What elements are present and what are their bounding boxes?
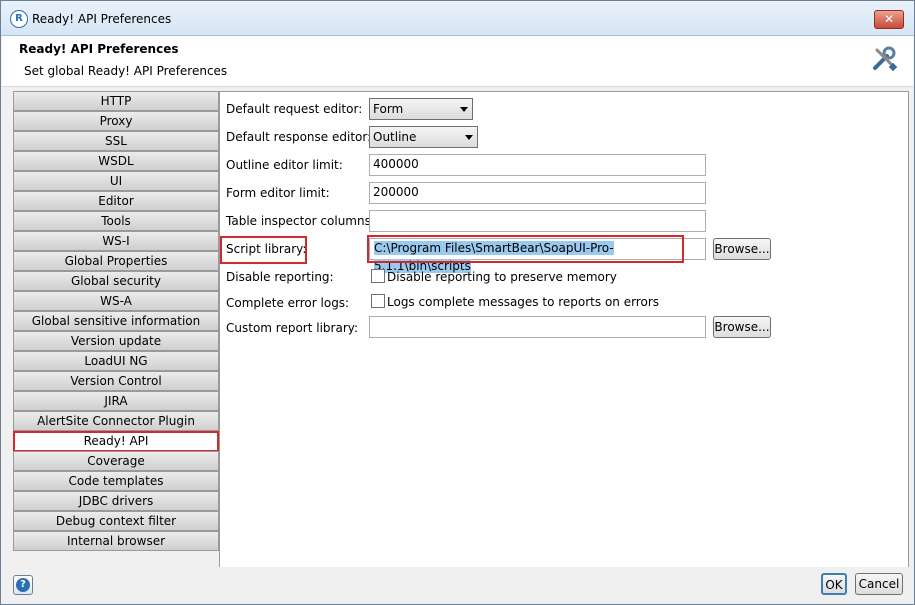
cancel-button[interactable]: Cancel	[855, 573, 903, 595]
sidebar-item-loadui-ng[interactable]: LoadUI NG	[13, 351, 219, 371]
sidebar-item-version-update[interactable]: Version update	[13, 331, 219, 351]
ready-api-settings-panel: Default request editor: Form Default res…	[219, 91, 909, 569]
sidebar-item-jdbc-drivers[interactable]: JDBC drivers	[13, 491, 219, 511]
sidebar-item-proxy[interactable]: Proxy	[13, 111, 219, 131]
custom-report-library-browse-button[interactable]: Browse...	[713, 316, 771, 338]
sidebar-item-ready-api[interactable]: Ready! API	[13, 431, 219, 452]
sidebar-item-internal-browser[interactable]: Internal browser	[13, 531, 219, 551]
sidebar-item-version-control[interactable]: Version Control	[13, 371, 219, 391]
table-inspector-columns-label: Table inspector columns:	[226, 214, 375, 228]
window-title: Ready! API Preferences	[32, 12, 172, 26]
header-subtitle: Set global Ready! API Preferences	[24, 64, 228, 78]
form-editor-limit-label: Form editor limit:	[226, 186, 330, 200]
disable-reporting-checkbox-label: Disable reporting to preserve memory	[387, 270, 617, 284]
preferences-window: R Ready! API Preferences ✕ Ready! API Pr…	[0, 0, 915, 605]
script-library-input-highlight	[367, 235, 684, 263]
sidebar-item-ui[interactable]: UI	[13, 171, 219, 191]
default-response-editor-value: Outline	[373, 130, 417, 144]
sidebar-item-editor[interactable]: Editor	[13, 191, 219, 211]
sidebar-item-global-properties[interactable]: Global Properties	[13, 251, 219, 271]
default-response-editor-label: Default response editor:	[226, 130, 372, 144]
outline-editor-limit-label: Outline editor limit:	[226, 158, 343, 172]
outline-editor-limit-input[interactable]: 400000	[369, 154, 706, 176]
complete-error-logs-checkbox-label: Logs complete messages to reports on err…	[387, 295, 660, 309]
sidebar-item-ws-a[interactable]: WS-A	[13, 291, 219, 311]
sidebar-item-code-templates[interactable]: Code templates	[13, 471, 219, 491]
tools-icon	[873, 46, 898, 72]
table-inspector-columns-input[interactable]	[369, 210, 706, 232]
sidebar-item-tools[interactable]: Tools	[13, 211, 219, 231]
sidebar-item-global-security[interactable]: Global security	[13, 271, 219, 291]
header-title: Ready! API Preferences	[19, 42, 179, 56]
title-bar: R Ready! API Preferences ✕	[1, 1, 914, 36]
complete-error-logs-checkbox[interactable]	[371, 294, 385, 308]
ok-button[interactable]: OK	[821, 573, 847, 595]
disable-reporting-label: Disable reporting:	[226, 270, 334, 284]
app-logo-icon: R	[10, 10, 28, 28]
default-request-editor-select[interactable]: Form	[369, 98, 473, 120]
sidebar-item-ws-i[interactable]: WS-I	[13, 231, 219, 251]
close-button[interactable]: ✕	[874, 10, 904, 29]
chevron-down-icon	[460, 107, 468, 112]
help-button[interactable]: ?	[13, 575, 33, 595]
sidebar-item-jira[interactable]: JIRA	[13, 391, 219, 411]
complete-error-logs-label: Complete error logs:	[226, 296, 350, 310]
default-request-editor-value: Form	[373, 102, 404, 116]
form-editor-limit-input[interactable]: 200000	[369, 182, 706, 204]
sidebar-item-debug-context-filter[interactable]: Debug context filter	[13, 511, 219, 531]
dialog-header: Ready! API Preferences Set global Ready!…	[2, 36, 913, 87]
sidebar-item-coverage[interactable]: Coverage	[13, 451, 219, 471]
sidebar-item-alertsite-connector-plugin[interactable]: AlertSite Connector Plugin	[13, 411, 219, 431]
disable-reporting-checkbox[interactable]	[371, 269, 385, 283]
help-icon: ?	[16, 578, 30, 592]
script-library-label: Script library:	[226, 242, 307, 256]
sidebar-item-global-sensitive-information-tokens[interactable]: Global sensitive information tokens	[13, 311, 219, 346]
sidebar-item-wsdl[interactable]: WSDL	[13, 151, 219, 171]
chevron-down-icon	[465, 135, 473, 140]
default-response-editor-select[interactable]: Outline	[369, 126, 478, 148]
sidebar-item-ssl[interactable]: SSL	[13, 131, 219, 151]
custom-report-library-input[interactable]	[369, 316, 706, 338]
default-request-editor-label: Default request editor:	[226, 102, 363, 116]
dialog-footer: ? OK Cancel	[2, 567, 913, 604]
sidebar-item-http[interactable]: HTTP	[13, 91, 219, 111]
script-library-browse-button[interactable]: Browse...	[713, 238, 771, 260]
preferences-category-list: HTTP Proxy SSL WSDL UI Editor Tools WS-I Global …	[13, 91, 219, 551]
custom-report-library-label: Custom report library:	[226, 321, 359, 335]
